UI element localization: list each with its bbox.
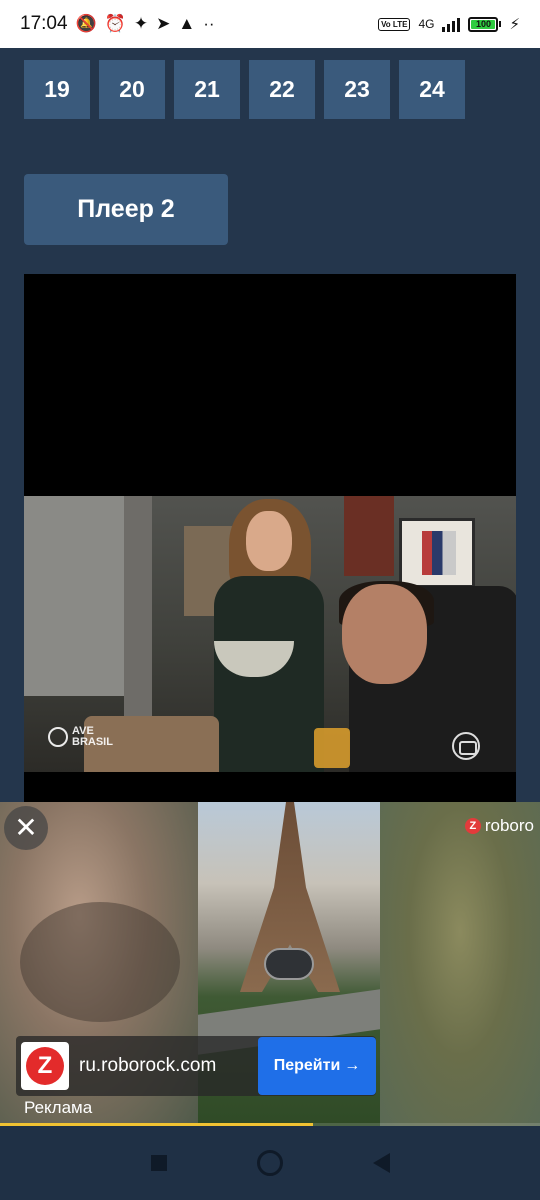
ave-logo-icon (48, 727, 68, 747)
mute-notifications-icon: 🔕 (75, 14, 97, 33)
network-type: 4G (418, 17, 435, 31)
ad-go-button[interactable]: Перейти → (258, 1037, 376, 1095)
recents-square-icon[interactable] (150, 1155, 167, 1171)
episode-button-22[interactable]: 22 (249, 60, 315, 119)
status-bar: 17:04 🔕 ⏰ ✦ ➤ ▲ ·· Vo LTE 4G 100 ⚡ (0, 0, 540, 48)
episode-button-20[interactable]: 20 (99, 60, 165, 119)
status-time: 17:04 (20, 13, 68, 34)
sparkle-icon: ✦ (133, 14, 149, 33)
video-player[interactable]: AVE BRASIL (24, 274, 516, 802)
roborock-z-icon: Z (26, 1047, 64, 1085)
battery-level: 100 (471, 19, 496, 29)
more-dots-icon: ·· (203, 14, 215, 33)
ad-domain[interactable]: ru.roborock.com (79, 1055, 258, 1077)
ad-label: Реклама (24, 1098, 93, 1117)
telegram-icon: ➤ (156, 14, 171, 33)
ad-cta-bar[interactable]: Z ru.roborock.com Перейти → (16, 1036, 376, 1096)
video-frame[interactable]: AVE BRASIL (24, 496, 516, 772)
ad-banner[interactable]: ✕ Z roboro Z ru.roborock.com Перейти → Р… (0, 802, 540, 1126)
system-nav-bar (0, 1126, 540, 1200)
globo-logo-icon (452, 732, 480, 760)
volte-icon: Vo LTE (378, 17, 411, 31)
episode-button-21[interactable]: 21 (174, 60, 240, 119)
arrow-right-icon: → (344, 1057, 361, 1074)
ad-logo: Z (21, 1042, 69, 1090)
episode-row: 19 20 21 22 23 24 (24, 60, 465, 119)
warning-icon: ▲ (178, 14, 196, 33)
player-2-button[interactable]: Плеер 2 (24, 174, 228, 245)
robot-vacuum-image (264, 948, 314, 980)
ad-close-button[interactable]: ✕ (4, 806, 48, 850)
charging-icon: ⚡ (509, 16, 520, 33)
episode-button-19[interactable]: 19 (24, 60, 90, 119)
back-triangle-icon[interactable] (372, 1153, 390, 1173)
status-icons: 🔕 ⏰ ✦ ➤ ▲ ·· (76, 14, 215, 34)
episode-button-24[interactable]: 24 (399, 60, 465, 119)
signal-icon (442, 16, 461, 32)
page-content: 19 20 21 22 23 24 Плеер 2 AVE BRASIL ✕ Z… (0, 48, 540, 1126)
episode-button-23[interactable]: 23 (324, 60, 390, 119)
alarm-icon: ⏰ (104, 14, 126, 33)
status-right: Vo LTE 4G 100 ⚡ (378, 15, 520, 33)
roborock-logo-icon: Z (464, 818, 481, 834)
battery-icon: 100 (468, 16, 502, 32)
home-circle-icon[interactable] (256, 1150, 283, 1176)
channel-logo: AVE BRASIL (48, 726, 113, 748)
ad-brand: Z roboro (464, 816, 540, 836)
